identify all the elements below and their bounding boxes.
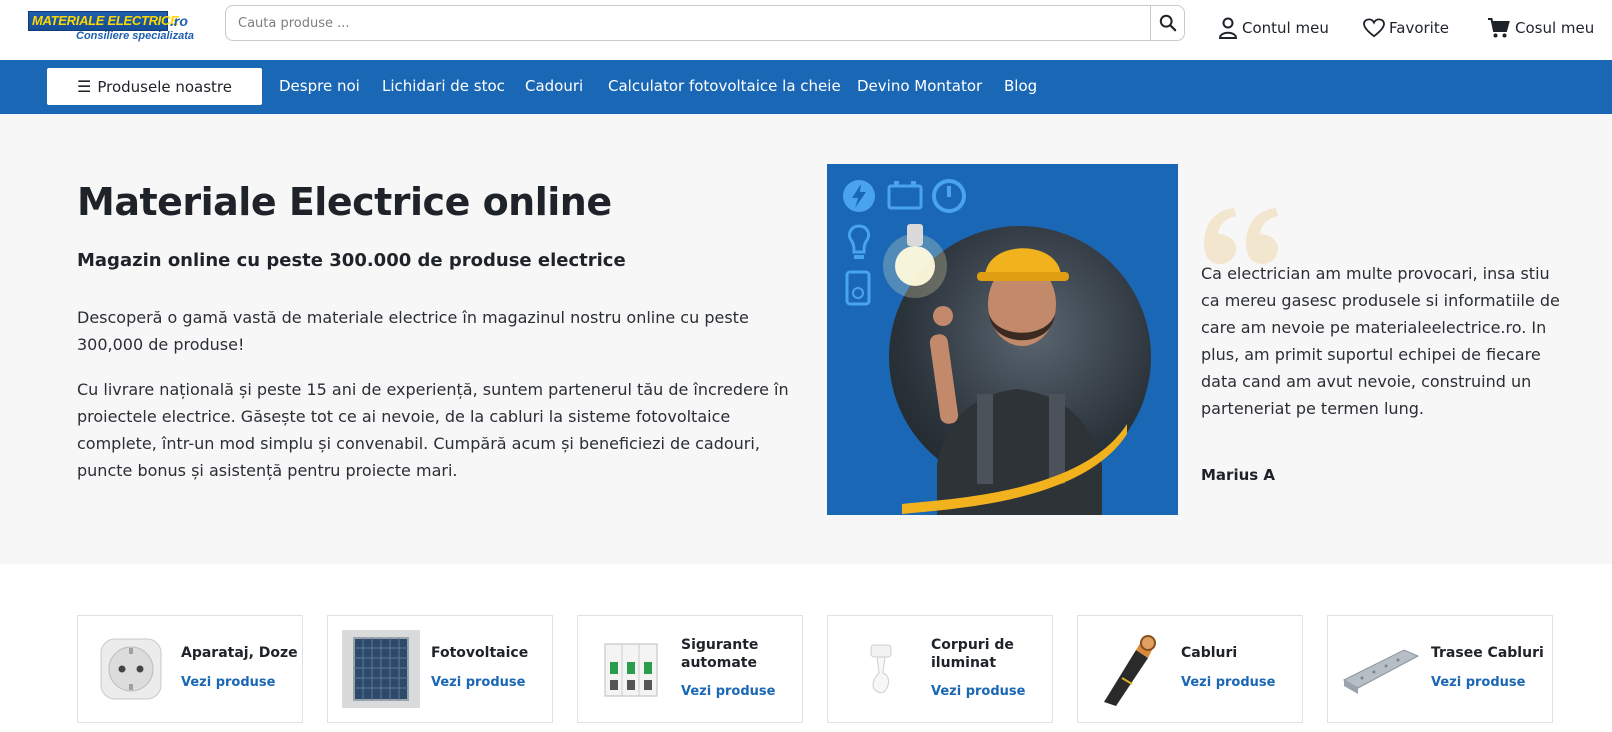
nav-item-cadouri[interactable]: Cadouri [525,77,583,95]
site-logo[interactable]: MATERIALE ELECTRICE .ro Consiliere speci… [28,11,194,45]
nav-item-blog[interactable]: Blog [1004,77,1037,95]
nav-item-montator[interactable]: Devino Montator [857,77,982,95]
account-label: Contul meu [1242,19,1329,37]
socket-icon [92,630,170,708]
menu-icon: ☰ [76,77,92,96]
testimonial-author: Marius A [1201,466,1276,484]
products-menu-label: Produsele noastre [97,77,232,96]
testimonial-text: Ca electrician am multe provocari, insa … [1201,264,1560,418]
category-card-sigurante[interactable]: Sigurante automate Vezi produse [577,615,803,723]
page-title: Materiale Electrice online [77,180,612,224]
user-icon [1218,17,1238,39]
cart-link[interactable]: Cosul meu [1487,16,1594,40]
category-link[interactable]: Vezi produse [1431,675,1525,690]
cable-tray-icon [1342,630,1420,708]
category-title: Cabluri [1181,645,1238,661]
category-card-fotovoltaice[interactable]: Fotovoltaice Vezi produse [327,615,553,723]
lamp-icon [842,630,920,708]
cable-icon [1092,630,1170,708]
search-bar [225,5,1185,41]
hero-subtitle: Magazin online cu peste 300.000 de produ… [77,250,626,271]
category-link[interactable]: Vezi produse [681,684,775,699]
logo-tld: .ro [170,13,188,29]
category-title: Corpuri de iluminat [931,637,1014,671]
nav-item-calculator[interactable]: Calculator fotovoltaice la cheie [608,77,841,95]
favorites-label: Favorite [1389,19,1449,37]
category-card-aparataj[interactable]: Aparataj, Doze Vezi produse [77,615,303,723]
cart-label: Cosul meu [1515,19,1595,37]
heart-icon [1363,18,1385,38]
search-button[interactable] [1150,6,1184,40]
logo-tagline: Consiliere specializata [76,30,194,42]
hero-paragraph-2: Cu livrare națională și peste 15 ani de … [77,380,789,480]
products-menu-button[interactable]: ☰ Produsele noastre [47,68,262,105]
account-link[interactable]: Contul meu [1218,16,1329,40]
site-header: MATERIALE ELECTRICE .ro Consiliere speci… [0,0,1612,58]
search-input[interactable] [238,6,1118,40]
category-link[interactable]: Vezi produse [1181,675,1275,690]
search-icon [1159,14,1176,32]
solar-panel-icon [342,630,420,708]
cart-icon [1488,18,1510,38]
category-link[interactable]: Vezi produse [181,675,275,690]
logo-text: MATERIALE ELECTRICE [32,13,179,28]
hero-paragraph-1: Descoperă o gamă vastă de materiale elec… [77,308,749,354]
circuit-breaker-icon [592,630,670,708]
category-card-iluminat[interactable]: Corpuri de iluminat Vezi produse [827,615,1053,723]
electrician-illustration [883,224,1127,515]
category-card-trasee[interactable]: Trasee Cabluri Vezi produse [1327,615,1553,723]
quote-icon [1204,208,1278,264]
category-title: Sigurante automate [681,637,759,671]
favorites-link[interactable]: Favorite [1363,16,1449,40]
category-title: Trasee Cabluri [1431,645,1544,661]
category-link[interactable]: Vezi produse [431,675,525,690]
category-title: Fotovoltaice [431,645,529,661]
nav-item-lichidari[interactable]: Lichidari de stoc [382,77,505,95]
main-nav: ☰ Produsele noastre Despre noi Lichidari… [0,60,1612,114]
hero-section: Materiale Electrice online Magazin onlin… [0,114,1612,564]
category-title: Aparataj, Doze [181,645,298,661]
nav-item-despre-noi[interactable]: Despre noi [279,77,360,95]
category-card-cabluri[interactable]: Cabluri Vezi produse [1077,615,1303,723]
electrician-image [827,164,1178,515]
category-link[interactable]: Vezi produse [931,684,1025,699]
